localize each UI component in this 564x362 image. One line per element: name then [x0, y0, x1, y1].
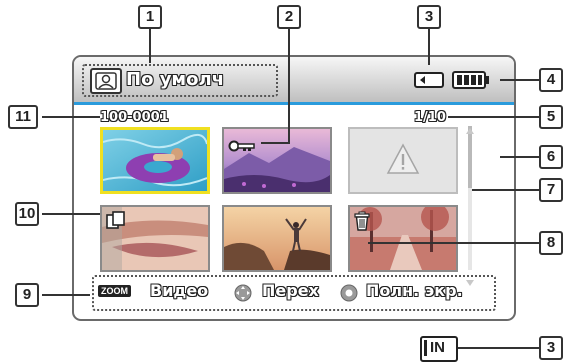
callout-line-1 — [149, 25, 151, 63]
thumbnail-autumn-path[interactable] — [348, 205, 458, 272]
callout-3: 3 — [417, 5, 441, 29]
callout-line-7 — [472, 189, 540, 191]
callout-line-6 — [500, 156, 540, 158]
copy-icon — [106, 211, 126, 229]
callout-line-2-tip — [261, 142, 290, 144]
callout-line-8 — [368, 242, 540, 244]
warning-icon — [386, 143, 420, 175]
protect-key-icon — [228, 137, 256, 152]
callout-line-2 — [288, 25, 290, 143]
callout-line-5 — [448, 116, 540, 118]
memory-label: IN — [430, 339, 445, 356]
callout-6: 6 — [539, 145, 563, 169]
default-mode-icon — [90, 68, 122, 94]
callout-3b: 3 — [539, 336, 563, 360]
ok-action-label: Полн. экр. — [366, 281, 463, 300]
thumbnail-hiker-cliff[interactable] — [222, 205, 332, 272]
callout-8: 8 — [539, 231, 563, 255]
thumbnail-error-file[interactable] — [348, 127, 458, 194]
thumbnail-face-closeup[interactable] — [100, 205, 210, 272]
zoom-action-label: Видео — [150, 281, 209, 300]
callout-line-4 — [500, 79, 540, 81]
callout-7: 7 — [539, 178, 563, 202]
callout-11: 11 — [8, 105, 38, 129]
top-status-bar: По умолч — [74, 57, 514, 105]
scrollbar-thumb[interactable] — [468, 126, 472, 188]
memory-icon-notch — [424, 340, 427, 356]
callout-line-9 — [42, 294, 90, 296]
callout-1: 1 — [138, 5, 162, 29]
zoom-badge: ZOOM — [98, 285, 131, 297]
callout-4: 4 — [539, 68, 563, 92]
file-number: 100-0001 — [100, 110, 169, 125]
delete-trash-icon — [354, 211, 370, 231]
battery-full-icon — [452, 71, 490, 89]
page-counter: 1/10 — [414, 110, 446, 125]
mode-label-box: По умолч — [82, 64, 278, 97]
thumbnail-pool-float[interactable] — [100, 127, 210, 194]
callout-2: 2 — [277, 5, 301, 29]
callout-10: 10 — [15, 202, 39, 226]
callout-line-3b — [455, 347, 540, 349]
ok-button-icon — [340, 284, 358, 302]
callout-9: 9 — [15, 283, 39, 307]
lcd-screen: По умолч 100-0001 1/10 ZOOM Видео Перех … — [72, 55, 516, 321]
bottom-action-bar: ZOOM Видео Перех Полн. экр. — [92, 275, 496, 311]
scroll-up-icon[interactable] — [466, 119, 474, 134]
callout-line-11 — [42, 116, 100, 118]
joystick-icon — [234, 284, 252, 302]
callout-5: 5 — [539, 105, 563, 129]
storage-memory-card-icon — [414, 72, 444, 88]
callout-line-3 — [428, 25, 430, 65]
thumbnail-mountain-flowers[interactable] — [222, 127, 332, 194]
nav-action-label: Перех — [262, 281, 319, 300]
mode-label: По умолч — [126, 69, 225, 90]
internal-memory-icon: IN — [420, 336, 458, 362]
callout-line-10 — [42, 213, 100, 215]
